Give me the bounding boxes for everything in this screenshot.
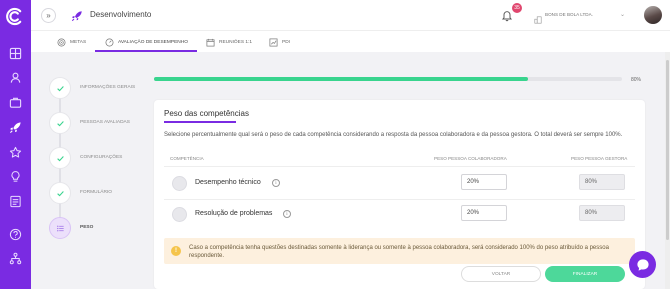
colaboradora-weight-input[interactable]: 20% (461, 174, 507, 190)
bell-icon[interactable] (501, 9, 513, 22)
calendar-icon (206, 38, 215, 46)
gestora-weight-field: 80% (579, 174, 625, 190)
scrollbar-thumb[interactable] (666, 60, 669, 240)
step-label: PESO (80, 225, 94, 230)
expand-sidebar-button[interactable]: » (41, 8, 56, 23)
info-icon[interactable]: i (272, 179, 280, 187)
competency-name: Resolução de problemas (195, 210, 273, 217)
column-header-competencia: COMPETÊNCIA (170, 156, 204, 161)
user-icon[interactable] (9, 71, 22, 84)
tab-label: REUNIÕES 1:1 (219, 39, 253, 45)
warning-banner: ! Caso a competência tenha questões dest… (164, 238, 635, 264)
tab-label: AVALIAÇÃO DE DESEMPENHO (118, 39, 188, 45)
checkmark-icon (56, 155, 64, 161)
list-icon (56, 225, 64, 231)
document-icon[interactable] (9, 195, 22, 208)
lightbulb-icon[interactable] (9, 170, 22, 183)
chart-icon (269, 38, 278, 46)
tab-metas[interactable]: METAS (57, 31, 86, 53)
step-pessoas-avaliadas[interactable] (49, 112, 71, 134)
finish-button[interactable]: FINALIZAR (545, 266, 625, 282)
step-informacoes-gerais[interactable] (49, 77, 71, 99)
step-configuracoes[interactable] (49, 147, 71, 169)
chat-bubble-icon (636, 258, 649, 271)
gestora-weight-field: 80% (579, 205, 625, 221)
weights-card: Peso das competências Selecione percentu… (154, 100, 645, 289)
warning-icon: ! (171, 246, 181, 256)
step-label: CONFIGURAÇÕES (80, 155, 123, 160)
competency-name: Desempenho técnico (195, 179, 261, 186)
tab-reunioes[interactable]: REUNIÕES 1:1 (206, 31, 252, 53)
table-row: Desempenho técnico i 20% 80% (164, 168, 635, 199)
page-title: Desenvolvimento (90, 10, 152, 19)
table-header: COMPETÊNCIA PESO PESSOA COLABORADORA PES… (164, 150, 635, 167)
card-title: Peso das competências (164, 109, 249, 118)
tab-label: METAS (70, 39, 87, 45)
double-chevron-right-icon: » (46, 11, 51, 20)
tab-label: PDI (282, 39, 290, 45)
star-icon[interactable] (9, 146, 22, 159)
chevron-down-icon[interactable]: ⌄ (620, 11, 625, 18)
checkmark-icon (56, 85, 64, 91)
competency-icon (172, 207, 187, 222)
progress-bar (154, 77, 622, 81)
avatar[interactable] (644, 6, 662, 24)
step-label: PESSOAS AVALIADAS (80, 120, 130, 125)
tab-bar: METAS AVALIAÇÃO DE DESEMPENHO REUNIÕES 1… (31, 30, 670, 52)
chat-button[interactable] (629, 251, 656, 278)
sidebar (0, 0, 31, 289)
checkmark-icon (56, 190, 64, 196)
help-icon[interactable] (9, 228, 22, 241)
column-header-gestora: PESO PESSOA GESTORA (571, 156, 628, 161)
building-icon (534, 11, 542, 24)
table-row: Resolução de problemas i 20% 80% (164, 199, 635, 230)
info-icon[interactable]: i (283, 210, 291, 218)
active-tab-indicator (95, 50, 197, 52)
column-header-colaboradora: PESO PESSOA COLABORADORA (434, 156, 507, 161)
tab-pdi[interactable]: PDI (269, 31, 290, 53)
gauge-icon (105, 38, 114, 46)
progress-label: 80% (631, 77, 642, 83)
colaboradora-weight-input[interactable]: 20% (461, 205, 507, 221)
title-underline (164, 121, 236, 123)
competency-icon (172, 176, 187, 191)
rocket-icon (71, 9, 83, 22)
card-description: Selecione percentualmente qual será o pe… (164, 132, 623, 138)
briefcase-icon[interactable] (9, 96, 22, 109)
logo-icon[interactable] (6, 7, 25, 26)
rocket-icon[interactable] (9, 121, 22, 134)
dashboard-icon[interactable] (9, 47, 22, 60)
step-label: INFORMAÇÕES GERAIS (80, 85, 136, 90)
checkmark-icon (56, 120, 64, 126)
progress-fill (154, 77, 529, 81)
org-chart-icon[interactable] (9, 252, 22, 265)
notification-badge: 35 (512, 3, 522, 13)
step-peso[interactable] (49, 217, 71, 239)
back-button[interactable]: VOLTAR (461, 266, 541, 282)
topbar: » Desenvolvimento 35 BONS DE BOLA LTDA. … (31, 0, 670, 30)
step-formulario[interactable] (49, 182, 71, 204)
target-icon (57, 38, 66, 46)
warning-text: Caso a competência tenha questões destin… (189, 245, 609, 259)
step-label: FORMULÁRIO (80, 190, 112, 195)
company-selector[interactable]: BONS DE BOLA LTDA. (545, 12, 593, 17)
